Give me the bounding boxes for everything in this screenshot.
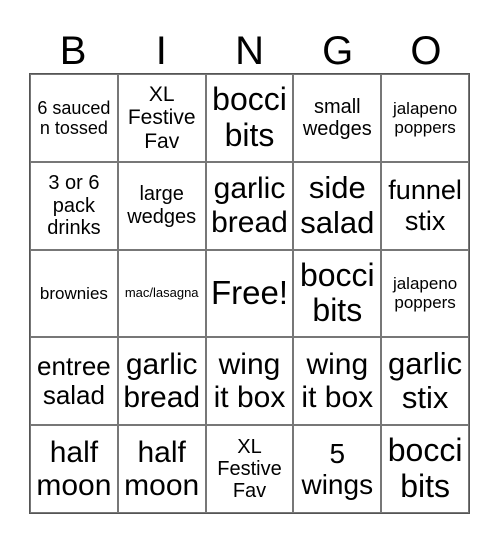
bingo-cell-label: entree salad (37, 351, 111, 411)
bingo-cell[interactable]: mac/lasagna (117, 249, 206, 338)
bingo-cell[interactable]: jalapeno poppers (381, 249, 469, 338)
bingo-cell-label: garlic bread (123, 347, 201, 415)
header-letter-g: G (322, 29, 354, 73)
bingo-cell-label: half moon (124, 435, 200, 503)
bingo-cell[interactable]: XL Festive Fav (205, 425, 294, 513)
bingo-cell[interactable]: bocci bits (293, 249, 382, 338)
bingo-cell[interactable]: garlic stix (381, 337, 469, 426)
bingo-cell-label: XL Festive Fav (217, 435, 282, 503)
bingo-cell-label: 3 or 6 pack drinks (47, 172, 101, 239)
bingo-cell[interactable]: small wedges (293, 74, 382, 162)
bingo-cell[interactable]: half moon (30, 425, 118, 513)
bingo-cell-label: wing it box (301, 347, 374, 415)
bingo-cell[interactable]: 5 wings (293, 425, 382, 513)
bingo-cell-label: garlic stix (388, 345, 463, 416)
bingo-cell-label: jalapeno poppers (392, 98, 458, 137)
bingo-cell[interactable]: wing it box (293, 337, 382, 426)
bingo-cell[interactable]: large wedges (117, 161, 206, 250)
bingo-cell[interactable]: garlic bread (117, 337, 206, 426)
bingo-cell[interactable]: bocci bits (205, 74, 294, 162)
bingo-cell[interactable]: half moon (117, 425, 206, 513)
bingo-cell[interactable]: bocci bits (381, 425, 469, 513)
bingo-cell-label: XL Festive Fav (127, 82, 196, 153)
bingo-cell-label: mac/lasagna (124, 285, 199, 301)
bingo-cell-label: jalapeno poppers (392, 274, 458, 313)
bingo-cell[interactable]: wing it box (205, 337, 294, 426)
bingo-card-grid: 6 sauced n tossed XL Festive Fav bocci bit… (29, 73, 470, 514)
header-letter-o: O (410, 29, 442, 73)
header-letter-b: B (59, 29, 87, 73)
bingo-cell[interactable]: side salad (293, 161, 382, 250)
bingo-cell-label: bocci bits (387, 432, 463, 505)
header-letter-n: N (235, 29, 264, 73)
bingo-cell-label: 5 wings (301, 437, 374, 501)
bingo-cell-label: side salad (300, 169, 375, 240)
bingo-cell[interactable]: 6 sauced n tossed (30, 74, 118, 162)
free-space-cell[interactable]: Free! (205, 249, 294, 338)
bingo-cell-label: Free! (210, 274, 288, 312)
bingo-cell[interactable]: garlic bread (205, 161, 294, 250)
bingo-cell-label: garlic bread (211, 172, 288, 239)
header-letter-i: I (155, 29, 167, 73)
bingo-cell-label: small wedges (302, 95, 372, 140)
bingo-cell-label: half moon (36, 435, 112, 503)
bingo-cell-label: bocci bits (212, 81, 287, 153)
bingo-cell[interactable]: entree salad (30, 337, 118, 426)
bingo-cell-label: 6 sauced n tossed (37, 97, 111, 138)
bingo-cell-label: brownies (39, 283, 108, 303)
bingo-header: B I N G O (29, 29, 470, 73)
bingo-cell-label: funnel stix (388, 175, 462, 236)
bingo-cell[interactable]: 3 or 6 pack drinks (30, 161, 118, 250)
bingo-cell[interactable]: XL Festive Fav (117, 74, 206, 162)
bingo-cell-label: large wedges (127, 183, 197, 228)
bingo-cell-label: wing it box (213, 347, 286, 415)
bingo-cell-label: bocci bits (299, 256, 375, 329)
bingo-cell[interactable]: brownies (30, 249, 118, 338)
bingo-cell[interactable]: funnel stix (381, 161, 469, 250)
bingo-cell[interactable]: jalapeno poppers (381, 74, 469, 162)
